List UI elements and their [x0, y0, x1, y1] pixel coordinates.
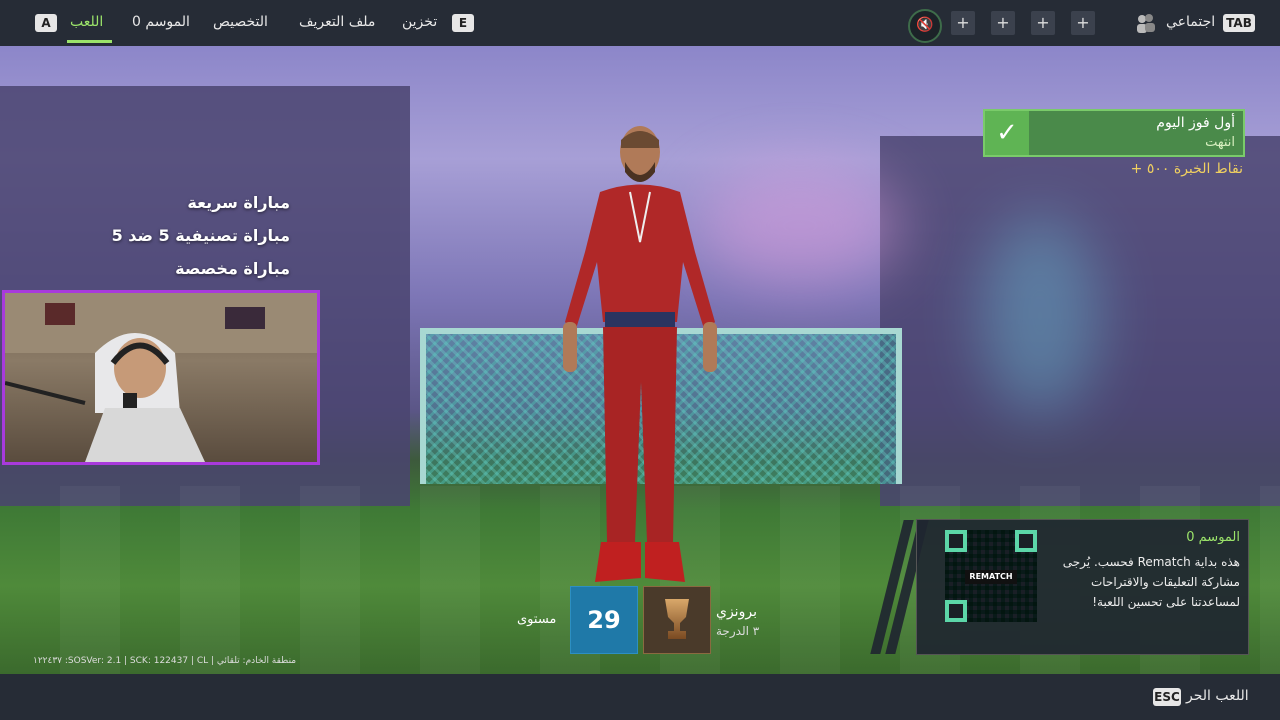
trophy-icon: [665, 599, 689, 639]
tab-play[interactable]: اللعب: [70, 14, 103, 30]
city-light-glow: [700, 166, 900, 286]
qr-code[interactable]: REMATCH: [945, 530, 1037, 622]
active-tab-underline: [67, 40, 112, 43]
arch-light-glow: [980, 216, 1100, 416]
streamer-webcam-overlay: [2, 290, 320, 465]
key-hint-e: E: [452, 14, 474, 32]
speaker-muted-icon[interactable]: 🔇: [908, 9, 942, 43]
qr-finder: [1015, 530, 1037, 552]
social-friends-icon: [1134, 12, 1156, 34]
party-slot-plus-2[interactable]: +: [991, 11, 1015, 35]
bottom-bar: ESC اللعب الحر: [0, 674, 1280, 720]
party-slot-plus-1[interactable]: +: [951, 11, 975, 35]
party-slot-plus-4[interactable]: +: [1071, 11, 1095, 35]
daily-first-win-title: أول فوز اليوم: [1156, 115, 1235, 131]
rank-tier: ٣ الدرجة: [716, 624, 760, 638]
key-hint-tab: TAB: [1223, 14, 1255, 32]
rank-badge[interactable]: [643, 586, 711, 654]
server-info: منطقة الخادم: تلقائي | SOSVer: 2.1 | SCK…: [33, 656, 297, 666]
menu-quick-match[interactable]: مباراة سريعة: [187, 193, 290, 212]
checkmark-icon: ✓: [985, 111, 1029, 155]
player-character: [555, 122, 725, 592]
season-info-panel: REMATCH الموسم 0 هذه بداية Rematch فحسب.…: [916, 519, 1249, 655]
menu-custom-match[interactable]: مباراة مخصصة: [175, 259, 290, 278]
rank-name: برونزي: [716, 604, 757, 620]
xp-reward: نقاط الخبرة ٥٠٠ +: [1130, 161, 1243, 177]
daily-first-win-card: ✓ أول فوز اليوم انتهت: [983, 109, 1245, 157]
qr-finder: [945, 600, 967, 622]
season-title: الموسم 0: [1186, 530, 1240, 545]
daily-first-win-status: انتهت: [1205, 135, 1235, 150]
free-play-button[interactable]: اللعب الحر: [1186, 688, 1249, 704]
social-button[interactable]: اجتماعي: [1166, 14, 1215, 30]
tab-season[interactable]: الموسم 0: [132, 14, 190, 30]
rematch-logo: REMATCH: [965, 570, 1017, 584]
menu-ranked-match[interactable]: مباراة تصنيفية 5 ضد 5: [112, 226, 290, 245]
top-navigation-bar: A اللعب الموسم 0 التخصيص ملف التعريف تخز…: [0, 0, 1280, 46]
tab-store[interactable]: تخزين: [402, 14, 437, 30]
level-label: مستوى: [517, 612, 557, 627]
key-hint-a: A: [35, 14, 57, 32]
tab-profile[interactable]: ملف التعريف: [299, 14, 375, 30]
tab-customize[interactable]: التخصيص: [213, 14, 268, 30]
key-hint-esc: ESC: [1153, 688, 1181, 706]
level-badge[interactable]: 29: [570, 586, 638, 654]
qr-finder: [945, 530, 967, 552]
party-slot-plus-3[interactable]: +: [1031, 11, 1055, 35]
season-message: هذه بداية Rematch فحسب. يُرجى مشاركة الت…: [1062, 555, 1240, 609]
